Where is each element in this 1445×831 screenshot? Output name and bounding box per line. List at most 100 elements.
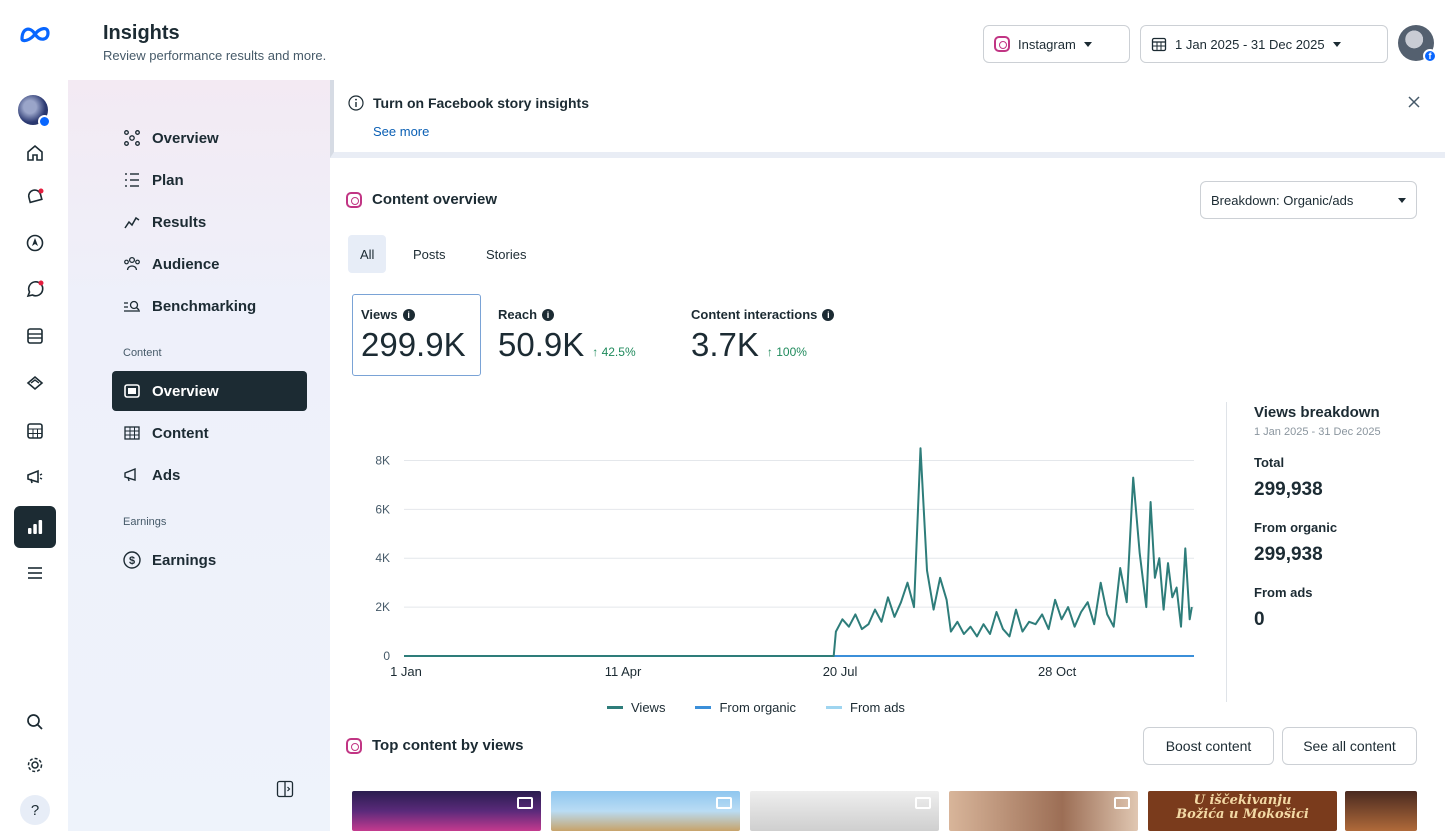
earnings-section-heading: Earnings xyxy=(123,516,167,528)
content-overview-header: Content overview xyxy=(346,191,497,208)
chart-legend: Views From organic From ads xyxy=(607,700,905,715)
instagram-icon xyxy=(994,36,1010,52)
ads-targeting-icon[interactable] xyxy=(22,370,48,396)
tab-posts[interactable]: Posts xyxy=(401,235,458,273)
sidebar-item-content[interactable]: Content xyxy=(112,413,307,453)
sidebar-item-label: Overview xyxy=(152,382,219,400)
metric-reach-value: 50.9K xyxy=(498,326,585,363)
search-icon[interactable] xyxy=(22,709,48,735)
page-avatar[interactable] xyxy=(18,95,51,128)
content-section-heading: Content xyxy=(123,347,162,359)
info-icon xyxy=(348,95,364,111)
date-range-selector[interactable]: 1 Jan 2025 - 31 Dec 2025 xyxy=(1140,25,1388,63)
breakdown-selector-label: Breakdown: Organic/ads xyxy=(1211,192,1354,208)
content-thumbnail[interactable] xyxy=(1345,791,1417,831)
gear-icon[interactable] xyxy=(22,752,48,778)
top-content-header: Top content by views xyxy=(346,737,523,754)
menu-icon[interactable] xyxy=(22,560,48,586)
meta-logo-icon[interactable] xyxy=(18,24,52,44)
sidebar-item-content-overview[interactable]: Overview xyxy=(112,371,307,411)
top-content-title: Top content by views xyxy=(372,737,524,754)
chevron-down-icon xyxy=(1083,41,1092,47)
top-header: Insights Review performance results and … xyxy=(0,0,1445,80)
content-thumbnail[interactable]: U iščekivanju Božića u Mokošici xyxy=(1148,791,1337,831)
insights-icon[interactable] xyxy=(14,506,56,548)
legend-swatch xyxy=(826,706,843,709)
sidebar-item-plan[interactable]: Plan xyxy=(112,160,307,200)
megaphone-icon[interactable] xyxy=(22,464,48,490)
ads-label: From ads xyxy=(1254,585,1313,600)
help-icon[interactable]: ? xyxy=(20,795,50,825)
compass-icon[interactable] xyxy=(22,230,48,256)
legend-ads: From ads xyxy=(826,700,905,715)
x-tick-label: 28 Oct xyxy=(1038,664,1077,679)
content-overview-icon xyxy=(122,381,142,401)
date-range-label: 1 Jan 2025 - 31 Dec 2025 xyxy=(1175,36,1325,52)
metric-interactions-label: Content interactions i xyxy=(691,307,835,322)
y-tick-label: 6K xyxy=(375,502,390,516)
views-breakdown-panel: Views breakdown 1 Jan 2025 - 31 Dec 2025… xyxy=(1254,404,1434,631)
content-thumbnail[interactable] xyxy=(352,791,541,831)
metric-interactions-value: 3.7K xyxy=(691,326,759,363)
metric-views-label: Views i xyxy=(361,307,480,322)
legend-views: Views xyxy=(607,700,665,715)
notifications-icon[interactable] xyxy=(22,184,48,210)
tab-stories[interactable]: Stories xyxy=(474,235,538,273)
svg-text:$: $ xyxy=(129,555,135,567)
content-thumbnail[interactable] xyxy=(551,791,740,831)
metric-reach[interactable]: Reach i 50.9K ↑ 42.5% xyxy=(498,307,636,364)
tab-all[interactable]: All xyxy=(348,235,387,273)
y-tick-label: 0 xyxy=(383,649,390,663)
sidebar-item-label: Content xyxy=(152,424,209,442)
total-value: 299,938 xyxy=(1254,479,1323,500)
sidebar-item-results[interactable]: Results xyxy=(112,202,307,242)
insights-sidebar: Overview Plan Results Audience Benchmark… xyxy=(68,80,330,831)
boost-content-button[interactable]: Boost content xyxy=(1143,727,1274,765)
legend-label: From ads xyxy=(850,700,905,715)
platform-selector[interactable]: Instagram xyxy=(983,25,1130,63)
ads-value: 0 xyxy=(1254,609,1265,630)
metric-label-text: Reach xyxy=(498,307,538,322)
sidebar-item-label: Audience xyxy=(152,255,220,273)
breakdown-selector[interactable]: Breakdown: Organic/ads xyxy=(1200,181,1417,219)
trend-icon xyxy=(122,212,142,232)
collapse-sidebar-icon[interactable] xyxy=(276,780,294,798)
metric-reach-label: Reach i xyxy=(498,307,636,322)
carousel-icon xyxy=(517,797,533,809)
platform-selector-label: Instagram xyxy=(1018,36,1076,52)
metric-reach-delta: ↑ 42.5% xyxy=(592,345,636,359)
posts-icon[interactable] xyxy=(22,323,48,349)
y-tick-label: 4K xyxy=(375,551,390,565)
benchmark-icon xyxy=(122,296,142,316)
sidebar-item-benchmarking[interactable]: Benchmarking xyxy=(112,286,307,326)
metric-content-interactions[interactable]: Content interactions i 3.7K ↑ 100% xyxy=(691,307,835,364)
x-tick-label: 20 Jul xyxy=(823,664,858,679)
sidebar-item-audience[interactable]: Audience xyxy=(112,244,307,284)
total-label: Total xyxy=(1254,455,1285,470)
content-overview-title: Content overview xyxy=(372,191,498,208)
sidebar-item-overview[interactable]: Overview xyxy=(112,118,307,158)
legend-organic: From organic xyxy=(695,700,796,715)
content-thumbnail[interactable] xyxy=(949,791,1138,831)
banner-title: Turn on Facebook story insights xyxy=(373,95,589,111)
metric-label-text: Content interactions xyxy=(691,307,818,322)
close-icon[interactable] xyxy=(1407,95,1421,109)
info-icon: i xyxy=(822,308,835,321)
sidebar-item-ads[interactable]: Ads xyxy=(112,455,307,495)
profile-avatar[interactable]: f xyxy=(1398,25,1437,63)
sidebar-item-label: Ads xyxy=(152,466,181,484)
sidebar-item-label: Benchmarking xyxy=(152,297,257,315)
metric-views[interactable]: Views i 299.9K xyxy=(352,294,481,376)
messages-icon[interactable] xyxy=(22,276,48,302)
sidebar-item-label: Earnings xyxy=(152,551,217,569)
banner-see-more-link[interactable]: See more xyxy=(373,124,429,139)
home-icon[interactable] xyxy=(22,140,48,166)
sidebar-item-earnings[interactable]: $ Earnings xyxy=(112,540,307,580)
instagram-icon xyxy=(346,191,362,208)
dollar-icon: $ xyxy=(122,550,142,570)
sidebar-item-label: Plan xyxy=(152,171,184,189)
table-icon[interactable] xyxy=(22,418,48,444)
content-thumbnail[interactable] xyxy=(750,791,939,831)
see-all-content-button[interactable]: See all content xyxy=(1282,727,1417,765)
thumbnail-caption: U iščekivanju Božića u Mokošici xyxy=(1176,793,1309,822)
